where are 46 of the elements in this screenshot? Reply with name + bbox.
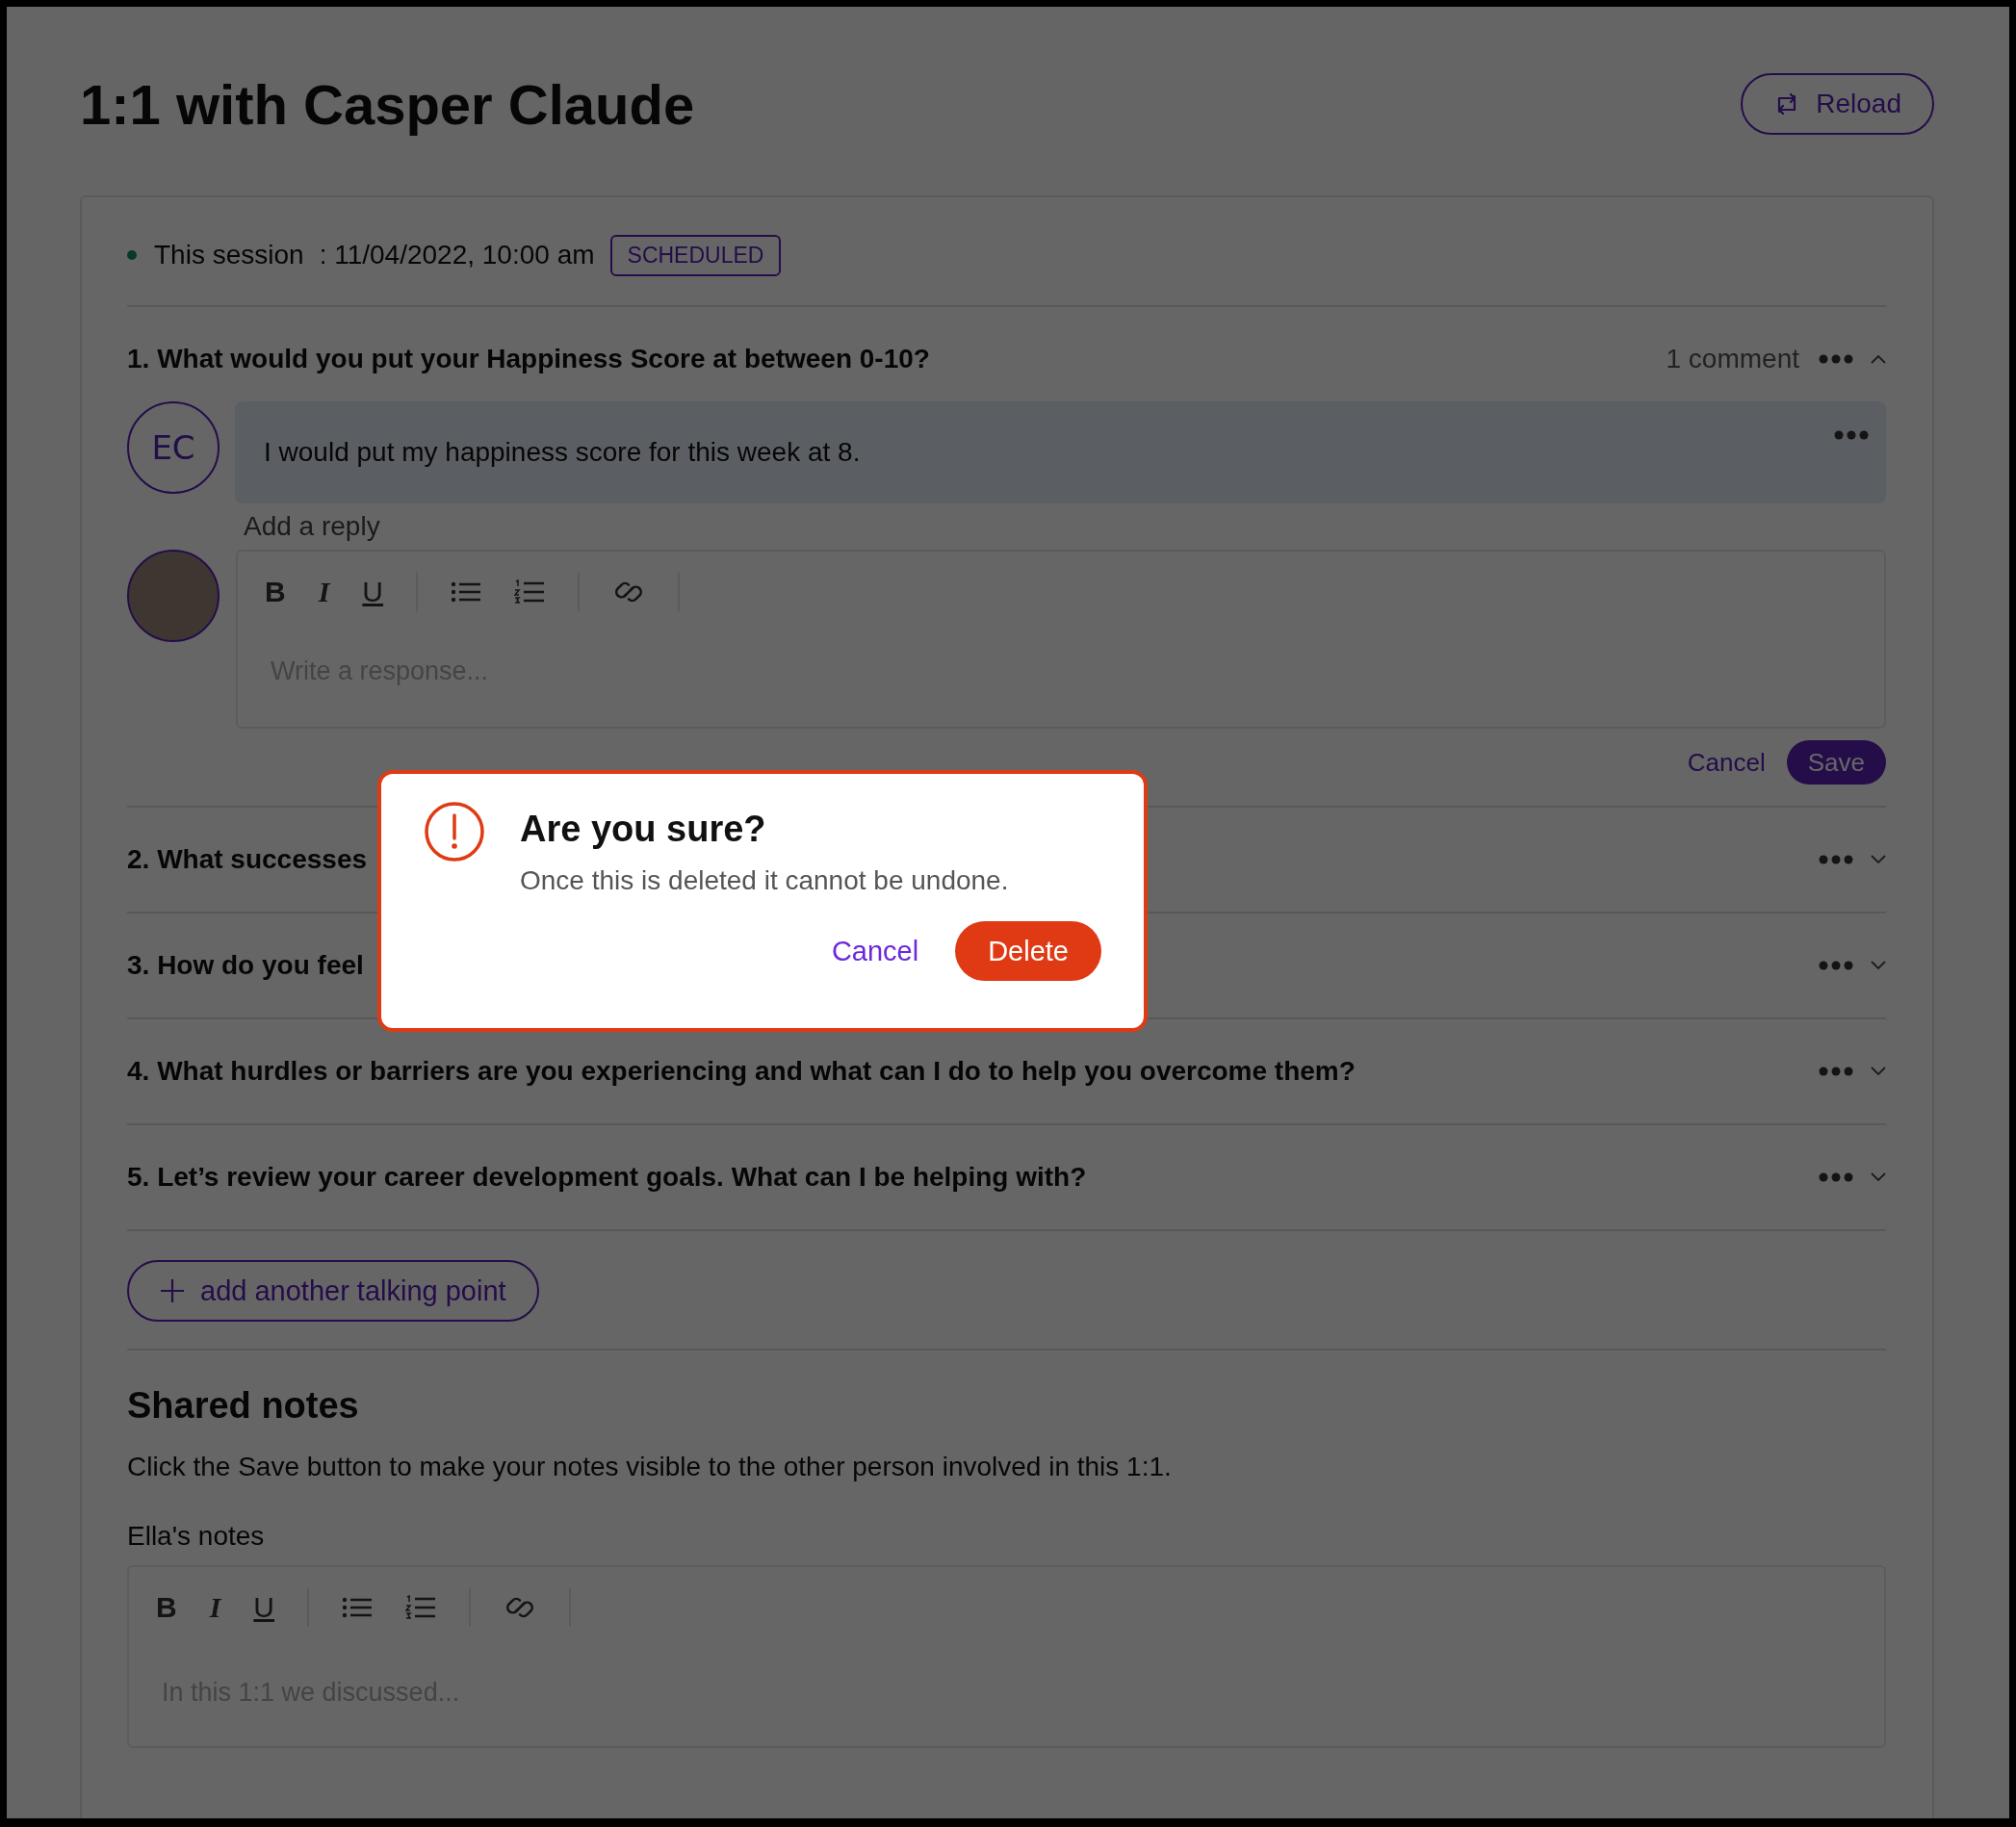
question-title[interactable]: 4. What hurdles or barriers are you experiencing and what can I do to help you overcome them? [127, 1056, 1819, 1087]
underline-button[interactable]: U [253, 1591, 275, 1624]
save-button[interactable]: Save [1786, 740, 1886, 785]
numbered-list-icon[interactable] [514, 579, 546, 605]
reload-button[interactable]: Reload [1741, 73, 1934, 135]
bold-button[interactable]: B [156, 1591, 177, 1624]
bulleted-list-icon[interactable] [342, 1596, 374, 1619]
session-date: : 11/04/2022, 10:00 am [319, 240, 595, 270]
italic-button[interactable]: I [209, 1591, 221, 1624]
italic-button[interactable]: I [318, 576, 330, 608]
comment-count: 1 comment [1666, 344, 1799, 374]
notes-label: Ella's notes [127, 1521, 266, 1552]
section-description: Click the Save button to make your notes visible to the other person involved in this 1:1. [127, 1452, 1173, 1482]
dialog-title: Are you sure? [520, 809, 767, 850]
chevron-down-icon[interactable] [1871, 1067, 1886, 1076]
status-badge: SCHEDULED [609, 234, 782, 276]
chevron-down-icon[interactable] [1871, 1172, 1886, 1182]
warning-icon [424, 801, 485, 862]
more-options-icon[interactable] [1834, 430, 1869, 440]
chevron-down-icon[interactable] [1871, 961, 1886, 970]
dialog-message: Once this is deleted it cannot be undone. [520, 865, 1010, 896]
session-label: This session [154, 240, 304, 270]
bulleted-list-icon[interactable] [451, 580, 482, 604]
reply-label: Add a reply [244, 511, 381, 542]
add-talking-point-button[interactable]: add another talking point [127, 1260, 539, 1322]
chevron-down-icon[interactable] [1871, 855, 1886, 864]
question-title[interactable]: 1. What would you put your Happiness Score at between 0-10? [127, 344, 1667, 374]
avatar-initials: EC [127, 401, 220, 494]
chevron-up-icon[interactable] [1871, 354, 1886, 364]
bold-button[interactable]: B [265, 576, 286, 608]
section-heading: Shared notes [127, 1385, 360, 1427]
more-options-icon[interactable] [1819, 1172, 1853, 1182]
more-options-icon[interactable] [1819, 855, 1853, 864]
cancel-button[interactable]: Cancel [1681, 746, 1771, 779]
more-options-icon[interactable] [1819, 354, 1853, 364]
numbered-list-icon[interactable] [405, 1595, 437, 1620]
plus-icon [160, 1278, 185, 1303]
delete-button[interactable]: Delete [955, 921, 1101, 981]
status-dot [127, 250, 137, 260]
page-title: 1:1 with Casper Claude [80, 71, 695, 137]
more-options-icon[interactable] [1819, 961, 1853, 970]
comment-text: I would put my happiness score for this week at 8. [264, 437, 861, 468]
more-options-icon[interactable] [1819, 1067, 1853, 1076]
cancel-button[interactable]: Cancel [825, 934, 925, 968]
question-title[interactable]: 5. Let’s review your career development goals. What can I be helping with? [127, 1162, 1819, 1193]
underline-button[interactable]: U [362, 576, 384, 608]
